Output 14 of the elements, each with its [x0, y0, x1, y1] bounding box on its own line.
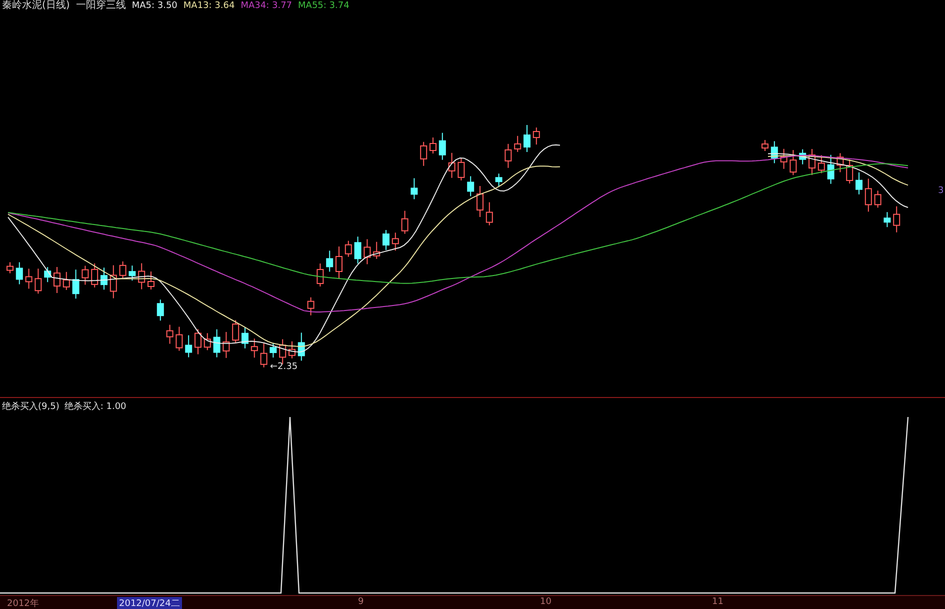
moving-average-value: MA34: 3.77	[240, 0, 292, 12]
moving-average-value: MA55: 3.74	[298, 0, 350, 12]
date-label: 2012/07/24二	[117, 597, 182, 609]
indicator-title: 绝杀买入(9,5)	[2, 400, 60, 413]
date-label: 2012年	[6, 598, 40, 609]
date-label: 11	[711, 597, 724, 607]
date-label: 10	[539, 597, 552, 607]
price-scale-label: 3	[938, 186, 944, 196]
stock-title: 秦岭水泥(日线)	[2, 0, 70, 12]
moving-average-value: MA5: 3.50	[132, 0, 178, 12]
price-low-label: ←2.35	[270, 362, 298, 372]
indicator-value: 绝杀买入: 1.00	[64, 400, 126, 413]
date-label: 9	[357, 597, 365, 607]
moving-average-value: MA13: 3.64	[183, 0, 235, 12]
